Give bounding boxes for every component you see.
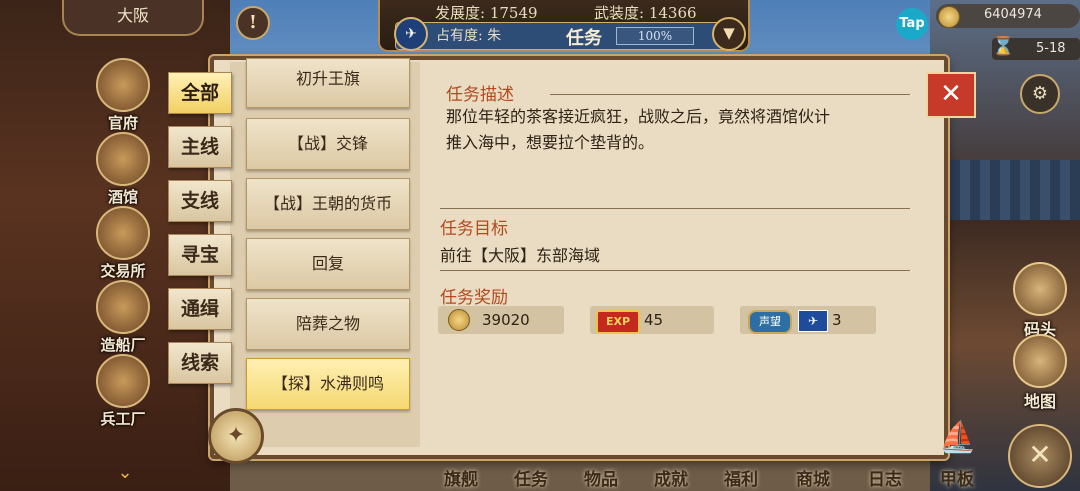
hourglass-icon: ⌛: [992, 36, 1015, 57]
reward-reputation: 声望 ✈ 3: [740, 306, 876, 334]
tab-treasure[interactable]: 寻宝: [168, 234, 232, 276]
coin-counter: 6404974: [936, 4, 1080, 28]
date-value: 5-18: [1036, 41, 1066, 56]
divider: [550, 94, 910, 95]
map-scroll-icon: [1013, 334, 1067, 388]
nav-arsenal-label: 兵工厂: [100, 410, 146, 428]
divider: [440, 208, 910, 209]
bottom-nav-items[interactable]: 物品: [584, 465, 618, 490]
tab-wanted[interactable]: 通缉: [168, 288, 232, 330]
development-value: 17549: [489, 4, 538, 22]
bottom-nav-shop[interactable]: 商城: [796, 465, 830, 490]
bottom-nav-flagship[interactable]: 旗舰: [444, 465, 478, 490]
task-item[interactable]: 【战】王朝的货币: [246, 178, 410, 230]
occupancy-label: 占有度: 朱: [436, 28, 502, 44]
tab-main[interactable]: 主线: [168, 126, 232, 168]
military-label: 武装度:: [594, 4, 645, 22]
nav-map[interactable]: 地图: [1012, 334, 1068, 412]
task-description: 那位年轻的茶客接近疯狂，战败之后，竟然将酒馆伙计 推入海中，想要拉个垫背的。: [446, 104, 916, 156]
task-item[interactable]: 初升王旗: [246, 58, 410, 108]
nation-flag-icon: ✈: [394, 17, 428, 51]
ship-icon[interactable]: ⛵: [936, 420, 980, 460]
alert-icon[interactable]: !: [236, 6, 270, 40]
crown-icon: [96, 58, 150, 112]
nav-exchange[interactable]: 交易所: [88, 206, 158, 281]
close-icon[interactable]: ✕: [926, 72, 976, 118]
ship-icon: [96, 280, 150, 334]
background-roof: [940, 160, 1080, 220]
coin-value: 6404974: [984, 7, 1042, 22]
dock-icon: [1013, 262, 1067, 316]
desc-line-2: 推入海中，想要拉个垫背的。: [446, 133, 655, 152]
bottom-nav-deck[interactable]: 甲板: [940, 465, 974, 490]
chevron-down-icon[interactable]: ▼: [712, 17, 746, 51]
exp-icon: EXP: [596, 310, 640, 334]
gear-icon[interactable]: ⚙: [1020, 74, 1060, 114]
chevron-down-icon[interactable]: ⌄: [110, 462, 140, 486]
goal-text: 前往【大阪】东部海域: [440, 246, 601, 265]
nav-arsenal[interactable]: 兵工厂: [88, 354, 158, 429]
reward-exp-value: 45: [644, 311, 664, 329]
tab-side[interactable]: 支线: [168, 180, 232, 222]
development-label: 发展度:: [435, 4, 486, 22]
tap-button[interactable]: Tap: [896, 8, 928, 40]
task-item[interactable]: 【战】交锋: [246, 118, 410, 170]
nav-dock[interactable]: 码头: [1012, 262, 1068, 340]
goal-title: 任务目标: [440, 219, 508, 239]
bottom-nav-tasks[interactable]: 任务: [514, 465, 548, 490]
reputation-icon: 声望: [748, 310, 792, 334]
reward-coins: 39020: [438, 306, 564, 334]
task-item[interactable]: 陪葬之物: [246, 298, 410, 350]
bottom-nav: 旗舰 任务 物品 成就 福利 商城 日志 甲板: [420, 455, 980, 491]
nation-flag-icon: ✈: [798, 310, 828, 332]
bottom-nav-welfare[interactable]: 福利: [724, 465, 758, 490]
nav-map-label: 地图: [1023, 392, 1056, 411]
nav-government-label: 官府: [107, 114, 138, 132]
coin-icon: [448, 309, 470, 331]
development-stat: 发展度: 17549: [435, 2, 538, 23]
divider: [440, 270, 910, 271]
nav-shipyard[interactable]: 造船厂: [88, 280, 158, 355]
compass-icon[interactable]: ✦: [208, 408, 264, 464]
desc-line-1: 那位年轻的茶客接近疯狂，战败之后，竟然将酒馆伙计: [446, 107, 831, 126]
military-stat: 武装度: 14366: [594, 2, 697, 23]
nav-exchange-label: 交易所: [100, 262, 146, 280]
task-title: 任务: [566, 28, 602, 49]
reward-title: 任务奖励: [440, 288, 508, 308]
coin-icon: [938, 6, 960, 28]
task-item-selected[interactable]: 【探】水沸则鸣: [246, 358, 410, 410]
cannon-icon: [96, 354, 150, 408]
task-progress: 100%: [616, 27, 694, 45]
tab-all[interactable]: 全部: [168, 72, 232, 114]
military-value: 14366: [648, 4, 697, 22]
desc-title: 任务描述: [446, 85, 514, 105]
nav-tavern[interactable]: 酒馆: [88, 132, 158, 207]
reward-exp: EXP 45: [590, 306, 714, 334]
tankard-icon: [96, 132, 150, 186]
nav-shipyard-label: 造船厂: [100, 336, 146, 354]
crossed-swords-icon[interactable]: ✕: [1008, 424, 1072, 488]
city-name-tab[interactable]: 大阪: [62, 0, 204, 36]
bottom-nav-achievements[interactable]: 成就: [654, 465, 688, 490]
scales-icon: [96, 206, 150, 260]
task-item[interactable]: 回复: [246, 238, 410, 290]
reward-reputation-value: 3: [832, 311, 842, 329]
bottom-nav-log[interactable]: 日志: [868, 465, 902, 490]
nav-government[interactable]: 官府: [88, 58, 158, 133]
reward-coins-value: 39020: [482, 311, 530, 329]
nav-tavern-label: 酒馆: [107, 188, 138, 206]
tab-clues[interactable]: 线索: [168, 342, 232, 384]
